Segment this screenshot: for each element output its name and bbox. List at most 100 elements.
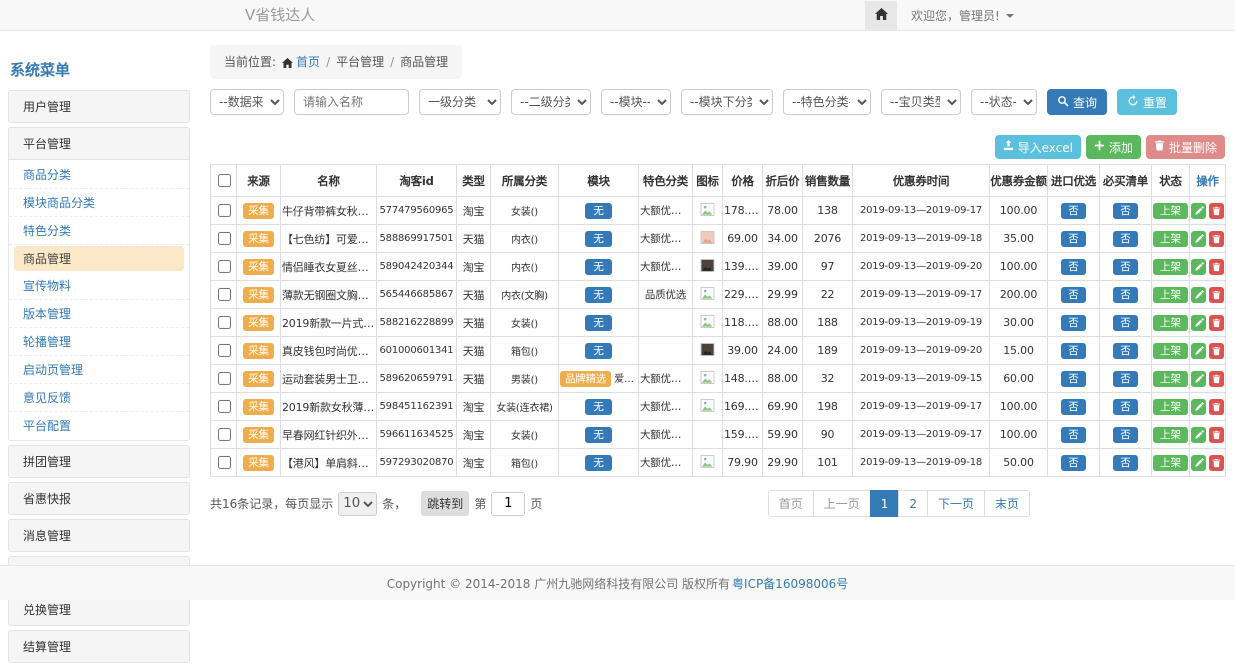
row-checkbox[interactable] (218, 260, 231, 273)
must-buy-toggle-button[interactable]: 否 (1113, 259, 1138, 275)
reset-button[interactable]: 重置 (1117, 89, 1177, 115)
batch-delete-button[interactable]: 批量删除 (1146, 135, 1225, 159)
edit-button[interactable] (1191, 231, 1206, 247)
row-checkbox[interactable] (218, 316, 231, 329)
sidebar-item-特色分类[interactable]: 特色分类 (9, 217, 189, 245)
delete-button[interactable] (1209, 203, 1224, 219)
row-checkbox[interactable] (218, 232, 231, 245)
filter-select-level1[interactable]: 一级分类 (419, 89, 501, 115)
page-button-首页[interactable]: 首页 (768, 490, 814, 517)
filter-select-module-sub[interactable]: --模块下分类-- (681, 89, 773, 115)
delete-button[interactable] (1209, 315, 1224, 331)
sidebar-section-结算管理[interactable]: 结算管理 (8, 630, 190, 663)
edit-button[interactable] (1191, 203, 1206, 219)
sidebar-item-商品分类[interactable]: 商品分类 (9, 161, 189, 189)
sidebar-section-用户管理[interactable]: 用户管理 (8, 90, 190, 123)
must-buy-toggle-button[interactable]: 否 (1113, 287, 1138, 303)
select-all-checkbox[interactable] (218, 174, 231, 187)
status-button[interactable]: 上架 (1153, 315, 1188, 331)
delete-button[interactable] (1209, 259, 1224, 275)
filter-select-module[interactable]: --模块-- (601, 89, 671, 115)
search-button[interactable]: 查询 (1047, 89, 1107, 115)
page-button-末页[interactable]: 末页 (984, 490, 1030, 517)
import-select-toggle-button[interactable]: 否 (1061, 203, 1086, 219)
import-select-toggle-button[interactable]: 否 (1061, 399, 1086, 415)
status-button[interactable]: 上架 (1153, 343, 1188, 359)
import-select-toggle-button[interactable]: 否 (1061, 455, 1086, 471)
edit-button[interactable] (1191, 343, 1206, 359)
name-search-input[interactable] (294, 89, 409, 115)
edit-button[interactable] (1191, 399, 1206, 415)
page-button-上一页[interactable]: 上一页 (813, 490, 871, 517)
must-buy-toggle-button[interactable]: 否 (1113, 203, 1138, 219)
must-buy-toggle-button[interactable]: 否 (1113, 371, 1138, 387)
edit-button[interactable] (1191, 259, 1206, 275)
delete-button[interactable] (1209, 427, 1224, 443)
status-button[interactable]: 上架 (1153, 203, 1188, 219)
delete-button[interactable] (1209, 231, 1224, 247)
status-button[interactable]: 上架 (1153, 287, 1188, 303)
page-number-input[interactable] (491, 492, 525, 516)
sidebar-section-省惠快报[interactable]: 省惠快报 (8, 482, 190, 515)
delete-button[interactable] (1209, 343, 1224, 359)
add-button[interactable]: 添加 (1086, 135, 1141, 159)
row-checkbox[interactable] (218, 400, 231, 413)
breadcrumb-home-link[interactable]: 首页 (296, 55, 320, 69)
status-button[interactable]: 上架 (1153, 371, 1188, 387)
import-select-toggle-button[interactable]: 否 (1061, 287, 1086, 303)
must-buy-toggle-button[interactable]: 否 (1113, 343, 1138, 359)
sidebar-item-启动页管理[interactable]: 启动页管理 (9, 356, 189, 384)
filter-select-feature[interactable]: --特色分类-- (783, 89, 871, 115)
edit-button[interactable] (1191, 287, 1206, 303)
row-checkbox[interactable] (218, 344, 231, 357)
icp-link[interactable]: 粤ICP备16098006号 (732, 575, 848, 592)
sidebar-item-版本管理[interactable]: 版本管理 (9, 300, 189, 328)
import-select-toggle-button[interactable]: 否 (1061, 231, 1086, 247)
page-button-下一页[interactable]: 下一页 (927, 490, 985, 517)
import-select-toggle-button[interactable]: 否 (1061, 259, 1086, 275)
sidebar-item-宣传物料[interactable]: 宣传物料 (9, 272, 189, 300)
must-buy-toggle-button[interactable]: 否 (1113, 231, 1138, 247)
status-button[interactable]: 上架 (1153, 427, 1188, 443)
sidebar-section-拼团管理[interactable]: 拼团管理 (8, 445, 190, 478)
status-button[interactable]: 上架 (1153, 455, 1188, 471)
status-button[interactable]: 上架 (1153, 259, 1188, 275)
filter-select-level2[interactable]: --二级分类-- (511, 89, 591, 115)
must-buy-toggle-button[interactable]: 否 (1113, 399, 1138, 415)
sidebar-item-平台配置[interactable]: 平台配置 (9, 412, 189, 439)
filter-select-status[interactable]: --状态-- (971, 89, 1037, 115)
edit-button[interactable] (1191, 315, 1206, 331)
sidebar-section-消息管理[interactable]: 消息管理 (8, 519, 190, 552)
delete-button[interactable] (1209, 399, 1224, 415)
must-buy-toggle-button[interactable]: 否 (1113, 315, 1138, 331)
filter-select-source[interactable]: --数据来源-- (210, 89, 284, 115)
row-checkbox[interactable] (218, 456, 231, 469)
delete-button[interactable] (1209, 371, 1224, 387)
sidebar-item-商品管理[interactable]: 商品管理 (14, 246, 184, 271)
filter-select-item-type[interactable]: --宝贝类型-- (881, 89, 961, 115)
import-select-toggle-button[interactable]: 否 (1061, 371, 1086, 387)
edit-button[interactable] (1191, 427, 1206, 443)
per-page-select[interactable]: 10 (338, 492, 377, 516)
edit-button[interactable] (1191, 371, 1206, 387)
row-checkbox[interactable] (218, 372, 231, 385)
status-button[interactable]: 上架 (1153, 231, 1188, 247)
sidebar-item-模块商品分类[interactable]: 模块商品分类 (9, 189, 189, 217)
delete-button[interactable] (1209, 455, 1224, 471)
row-checkbox[interactable] (218, 428, 231, 441)
must-buy-toggle-button[interactable]: 否 (1113, 427, 1138, 443)
status-button[interactable]: 上架 (1153, 399, 1188, 415)
import-select-toggle-button[interactable]: 否 (1061, 343, 1086, 359)
row-checkbox[interactable] (218, 204, 231, 217)
import-select-toggle-button[interactable]: 否 (1061, 427, 1086, 443)
edit-button[interactable] (1191, 455, 1206, 471)
sidebar-section-平台管理[interactable]: 平台管理 (8, 127, 190, 160)
home-shortcut-button[interactable] (865, 1, 897, 31)
user-menu[interactable]: 欢迎您，管理员! (911, 7, 1014, 24)
sidebar-item-意见反馈[interactable]: 意见反馈 (9, 384, 189, 412)
import-select-toggle-button[interactable]: 否 (1061, 315, 1086, 331)
row-checkbox[interactable] (218, 288, 231, 301)
sidebar-item-轮播管理[interactable]: 轮播管理 (9, 328, 189, 356)
page-button-2[interactable]: 2 (898, 490, 928, 517)
page-button-1[interactable]: 1 (870, 490, 900, 517)
